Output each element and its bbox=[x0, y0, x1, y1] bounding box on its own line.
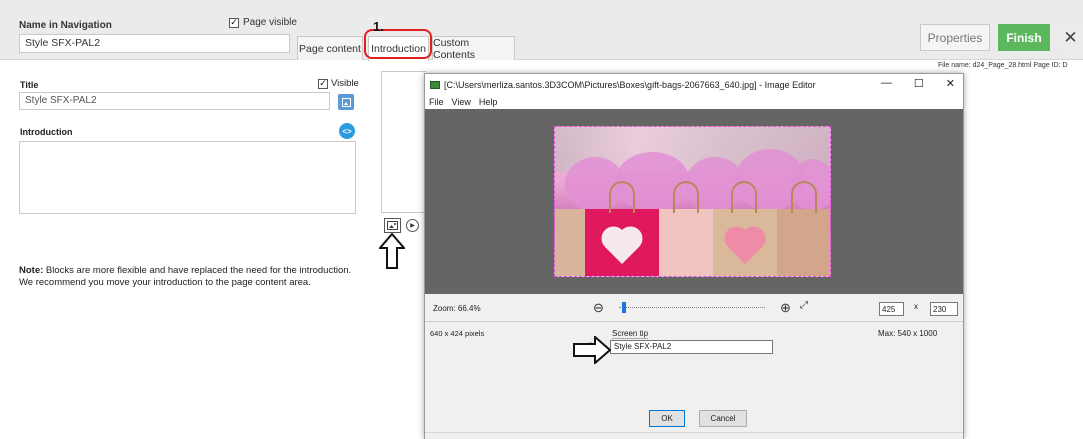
title-input[interactable]: Style SFX-PAL2 bbox=[19, 92, 330, 110]
bag-handle bbox=[673, 181, 699, 213]
editor-canvas[interactable] bbox=[425, 109, 963, 294]
height-input[interactable]: 230 bbox=[930, 302, 958, 316]
width-input[interactable]: 425 bbox=[879, 302, 904, 316]
editor-menu-bar: File View Help bbox=[425, 95, 963, 109]
finish-button[interactable]: Finish bbox=[998, 24, 1050, 51]
checkbox-checked-icon[interactable]: ✓ bbox=[318, 78, 328, 89]
minimize-icon[interactable]: — bbox=[881, 77, 892, 90]
image-editor-icon bbox=[430, 80, 440, 89]
heart bbox=[728, 230, 762, 264]
menu-view[interactable]: View bbox=[452, 97, 471, 107]
zoom-out-icon[interactable]: ⊖ bbox=[593, 300, 604, 316]
image-icon bbox=[341, 97, 351, 107]
max-size-label: Max: 540 x 1000 bbox=[878, 329, 938, 338]
gift-bag bbox=[585, 181, 659, 276]
menu-file[interactable]: File bbox=[429, 97, 444, 107]
right-arrow-icon bbox=[573, 336, 611, 364]
zoom-bar: Zoom: 66.4% ⊖ ⊕ ⤢ 425 x 230 bbox=[425, 294, 963, 322]
bag-handle bbox=[731, 181, 757, 213]
cancel-button[interactable]: Cancel bbox=[699, 410, 747, 427]
bag-handle bbox=[609, 181, 635, 213]
content-area[interactable] bbox=[381, 71, 426, 213]
close-window-icon[interactable]: ✕ bbox=[946, 77, 955, 90]
heart bbox=[605, 230, 639, 264]
zoom-in-icon[interactable]: ⊕ bbox=[780, 300, 791, 316]
ok-button[interactable]: OK bbox=[649, 410, 685, 427]
title-action-button[interactable] bbox=[338, 94, 354, 110]
bag-handle bbox=[791, 181, 817, 213]
close-icon[interactable]: ✕ bbox=[1058, 24, 1083, 51]
gift-bag bbox=[555, 209, 585, 276]
file-info: File name: d24_Page_28.html Page ID: D bbox=[938, 62, 1068, 69]
zoom-slider-thumb[interactable] bbox=[622, 302, 626, 313]
tab-custom-contents[interactable]: Custom Contents bbox=[432, 36, 515, 61]
title-label: Title bbox=[20, 80, 39, 90]
gift-bag bbox=[659, 181, 713, 276]
page-visible-label: Page visible bbox=[243, 17, 297, 28]
editor-bottom-edge bbox=[425, 432, 963, 439]
dimension-separator: x bbox=[914, 302, 918, 311]
name-in-navigation-label: Name in Navigation bbox=[19, 20, 112, 31]
note-bold: Note: bbox=[19, 265, 44, 276]
gift-bag bbox=[777, 181, 830, 276]
checkbox-checked-icon[interactable]: ✓ bbox=[229, 17, 239, 28]
image-editor-window: [C:\Users\merliza.santos.3D3COM\Pictures… bbox=[424, 73, 964, 439]
window-controls: — ☐ ✕ bbox=[881, 77, 955, 90]
visible-toggle[interactable]: ✓ Visible bbox=[318, 78, 359, 89]
visible-label: Visible bbox=[331, 78, 359, 89]
note-text: Note: Blocks are more flexible and have … bbox=[19, 265, 359, 289]
tab-page-content[interactable]: Page content bbox=[297, 36, 363, 60]
note-body: Blocks are more flexible and have replac… bbox=[19, 265, 352, 288]
menu-help[interactable]: Help bbox=[479, 97, 498, 107]
zoom-slider[interactable] bbox=[619, 307, 765, 308]
introduction-label: Introduction bbox=[20, 127, 73, 137]
code-icon[interactable]: <> bbox=[339, 123, 355, 139]
screen-tip-label: Screen tip bbox=[612, 329, 649, 339]
properties-button[interactable]: Properties bbox=[920, 24, 990, 51]
play-icon[interactable]: ▶ bbox=[406, 219, 419, 232]
name-in-navigation-input[interactable]: Style SFX-PAL2 bbox=[19, 34, 290, 53]
step-1-label: 1. bbox=[373, 19, 384, 34]
introduction-textarea[interactable] bbox=[19, 141, 356, 214]
up-arrow-icon bbox=[379, 233, 405, 269]
screen-tip-input[interactable]: Style SFX-PAL2 bbox=[610, 340, 773, 354]
maximize-icon[interactable]: ☐ bbox=[914, 77, 924, 90]
gift-bag bbox=[713, 181, 777, 276]
zoom-label: Zoom: 66.4% bbox=[433, 304, 481, 313]
image-size-label: 640 x 424 pixels bbox=[430, 329, 485, 338]
fit-icon[interactable]: ⤢ bbox=[800, 300, 808, 311]
page-visible-toggle[interactable]: ✓ Page visible bbox=[229, 17, 297, 28]
gift-bags-photo[interactable] bbox=[554, 126, 831, 277]
image-icon[interactable] bbox=[384, 218, 401, 233]
editor-title-bar: [C:\Users\merliza.santos.3D3COM\Pictures… bbox=[425, 74, 963, 95]
editor-title: [C:\Users\merliza.santos.3D3COM\Pictures… bbox=[444, 79, 816, 90]
